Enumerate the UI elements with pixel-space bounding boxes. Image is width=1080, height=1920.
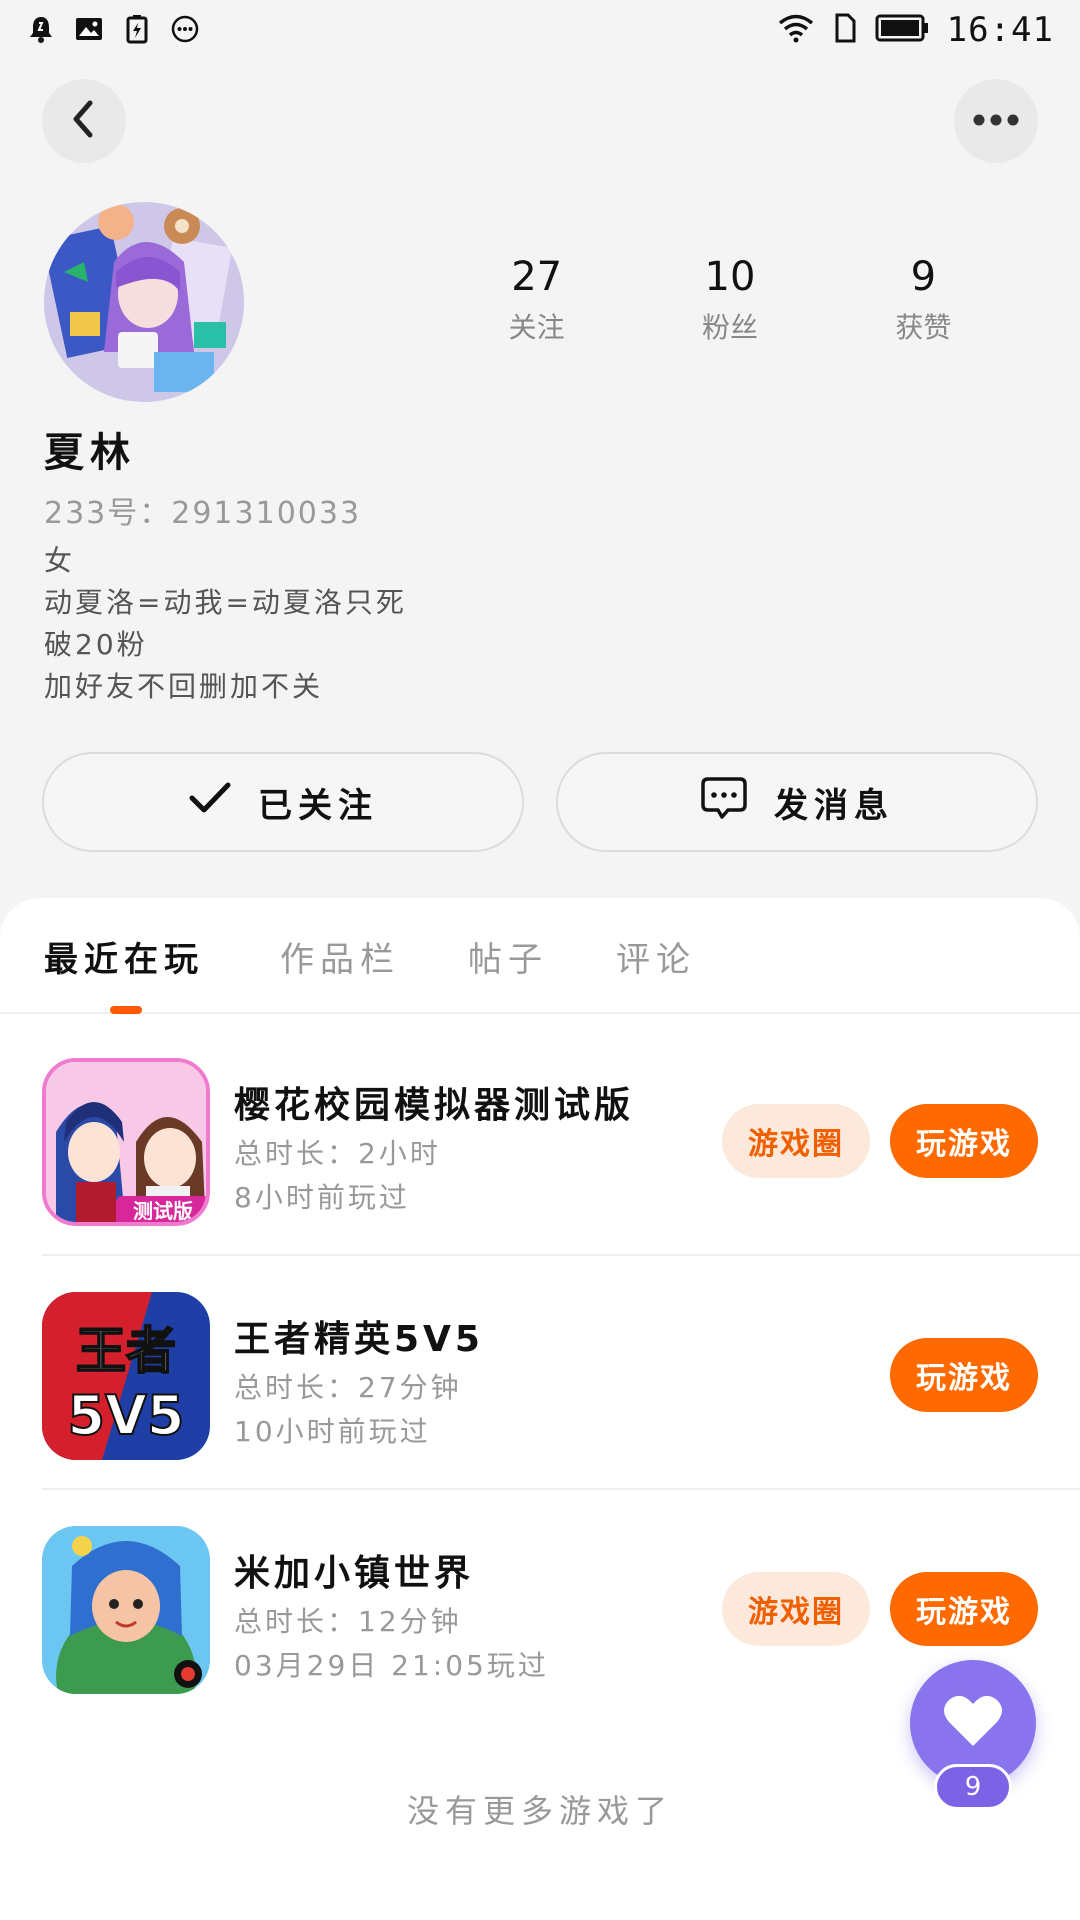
stat-following[interactable]: 27 关注 xyxy=(440,252,633,346)
username: 夏林 xyxy=(44,430,136,476)
game-duration: 总时长：12分钟 xyxy=(234,1605,462,1638)
game-icon-5v5: 王者 5V5 xyxy=(42,1292,210,1460)
image-icon xyxy=(74,14,104,44)
game-title: 王者精英5V5 xyxy=(234,1319,484,1360)
more-dots-icon xyxy=(170,14,200,44)
play-game-button[interactable]: 玩游戏 xyxy=(890,1104,1038,1178)
like-count-badge: 9 xyxy=(934,1764,1012,1810)
followers-count: 10 xyxy=(704,254,756,300)
user-id[interactable]: 233号：291310033 xyxy=(44,488,361,532)
more-options-button[interactable] xyxy=(954,79,1038,163)
chat-bubble-icon xyxy=(700,775,748,830)
battery-saver-icon xyxy=(122,14,152,44)
play-game-button[interactable]: 玩游戏 xyxy=(890,1572,1038,1646)
tab-works[interactable]: 作品栏 xyxy=(280,932,400,981)
list-divider xyxy=(42,1254,1080,1256)
more-horizontal-icon xyxy=(972,112,1020,131)
chevron-left-icon xyxy=(67,99,101,143)
list-divider xyxy=(42,1488,1080,1490)
game-last-played: 8小时前玩过 xyxy=(234,1181,410,1214)
bio: 女 动夏洛=动我=动夏洛只死 破20粉 加好友不回删加不关 xyxy=(44,540,407,708)
game-last-played: 10小时前玩过 xyxy=(234,1415,431,1448)
avatar[interactable] xyxy=(44,202,244,402)
game-icon-sakura: 测试版 xyxy=(42,1058,210,1226)
game-icon-badge: 测试版 xyxy=(133,1199,193,1223)
no-more-games-text: 没有更多游戏了 xyxy=(406,1792,673,1830)
followed-label: 已关注 xyxy=(258,785,378,826)
tab-recently-played[interactable]: 最近在玩 xyxy=(44,932,204,981)
bio-line: 破20粉 xyxy=(44,628,148,661)
battery-icon xyxy=(875,14,929,46)
tab-posts[interactable]: 帖子 xyxy=(468,932,548,981)
game-icon-text: 王者 xyxy=(76,1322,176,1380)
likes-label: 获赞 xyxy=(895,311,952,344)
send-message-button[interactable]: 发消息 xyxy=(556,752,1038,852)
game-title: 米加小镇世界 xyxy=(234,1553,475,1594)
tab-comments[interactable]: 评论 xyxy=(616,932,696,981)
back-button[interactable] xyxy=(42,79,126,163)
game-duration: 总时长：27分钟 xyxy=(234,1371,462,1404)
game-icon-text: 5V5 xyxy=(68,1384,185,1447)
alarm-bell-icon xyxy=(26,14,56,44)
status-time: 16:41 xyxy=(946,10,1054,50)
active-tab-indicator xyxy=(110,1006,142,1014)
play-game-button[interactable]: 玩游戏 xyxy=(890,1338,1038,1412)
stat-likes[interactable]: 9 获赞 xyxy=(827,252,1020,346)
game-title: 樱花校园模拟器测试版 xyxy=(234,1085,635,1126)
content-card: 最近在玩 作品栏 帖子 评论 测试版 樱花校园模拟器测试版 总时长：2小时 8小… xyxy=(0,898,1080,1920)
tab-bar: 最近在玩 作品栏 帖子 评论 xyxy=(0,898,1080,1014)
game-last-played: 03月29日 21:05玩过 xyxy=(234,1649,549,1682)
wifi-icon xyxy=(777,13,815,47)
bio-line: 加好友不回删加不关 xyxy=(44,670,324,703)
profile-stats: 27 关注 10 粉丝 9 获赞 xyxy=(440,252,1020,346)
game-icon-miga-town xyxy=(42,1526,210,1694)
status-bar: 16:41 xyxy=(0,0,1080,64)
game-duration: 总时长：2小时 xyxy=(234,1137,441,1170)
stat-followers[interactable]: 10 粉丝 xyxy=(633,252,826,346)
bio-line: 动夏洛=动我=动夏洛只死 xyxy=(44,586,407,619)
likes-count: 9 xyxy=(910,254,937,300)
game-circle-button[interactable]: 游戏圈 xyxy=(722,1104,870,1178)
sim-icon xyxy=(833,13,857,47)
game-circle-button[interactable]: 游戏圈 xyxy=(722,1572,870,1646)
bio-line: 女 xyxy=(44,544,76,577)
following-label: 关注 xyxy=(508,311,565,344)
heart-icon xyxy=(943,1694,1003,1752)
followed-button[interactable]: 已关注 xyxy=(42,752,524,852)
following-count: 27 xyxy=(511,254,563,300)
check-icon xyxy=(188,781,232,824)
send-message-label: 发消息 xyxy=(774,785,894,826)
followers-label: 粉丝 xyxy=(701,311,758,344)
